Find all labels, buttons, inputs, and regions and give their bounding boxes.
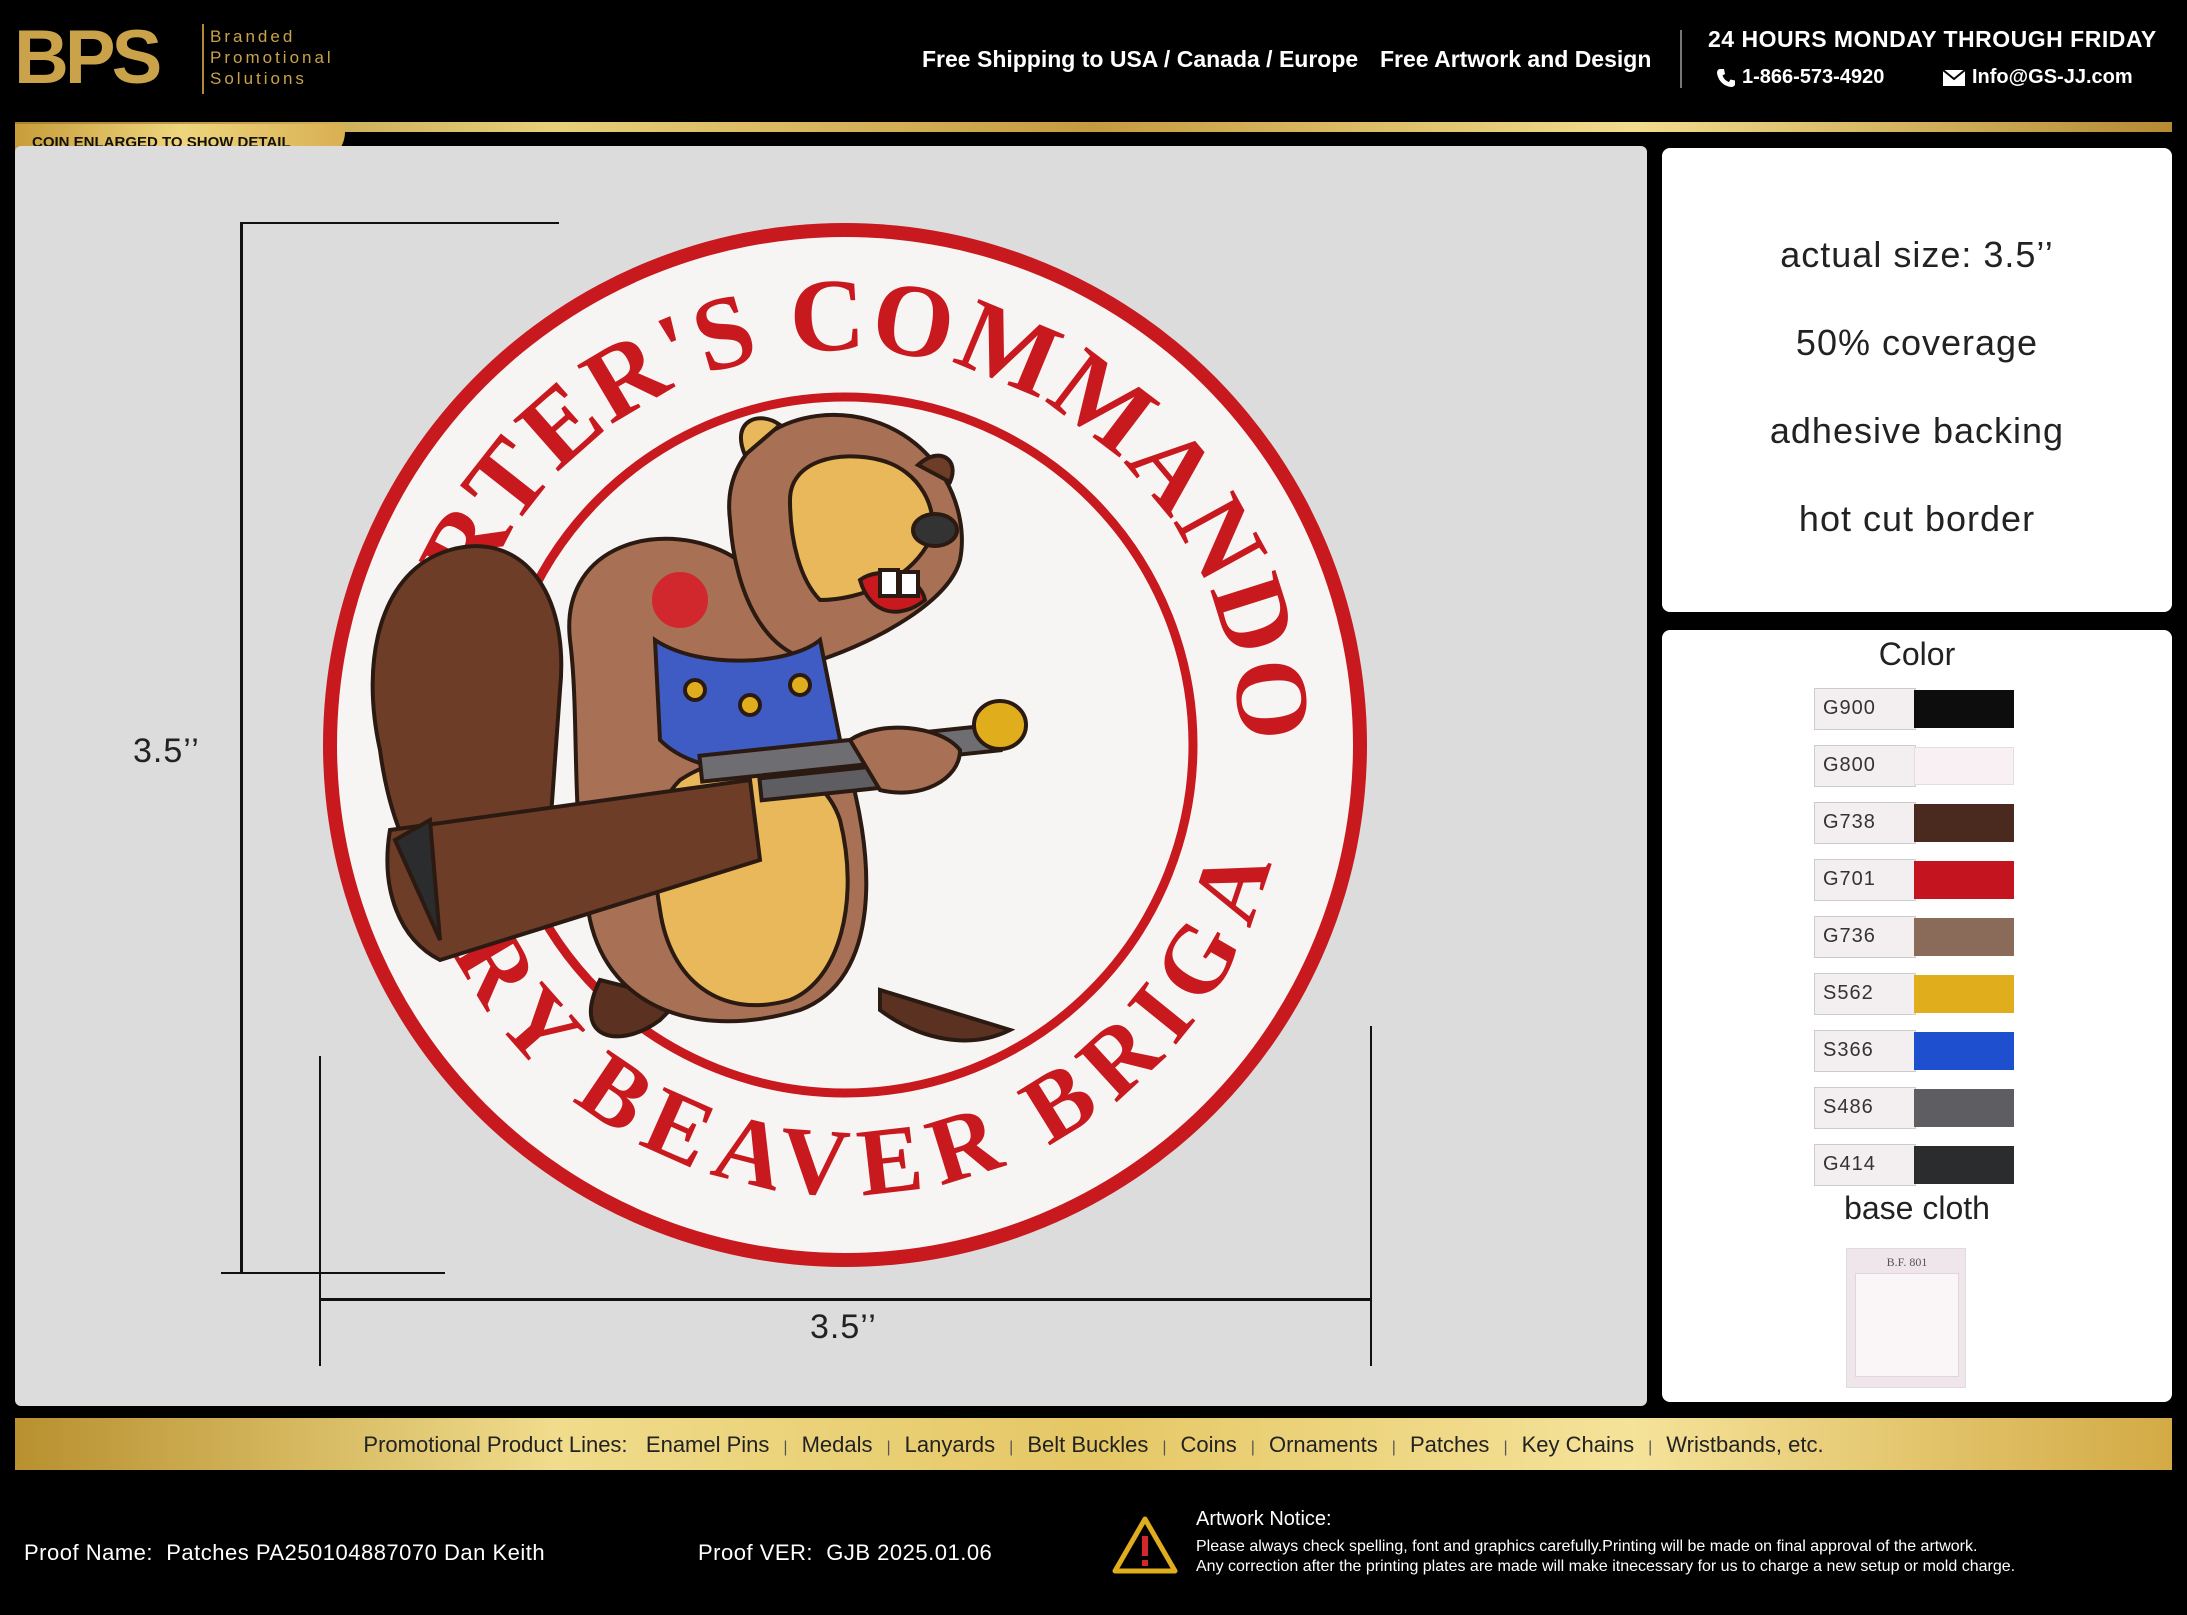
- company-logo[interactable]: BPS Branded Promotional Solutions: [14, 16, 354, 100]
- warning-icon: [1112, 1516, 1178, 1574]
- color-swatch-s366: S366: [1814, 1030, 2014, 1072]
- product-line-separator: |: [783, 1439, 788, 1456]
- dim-height-line: [240, 222, 243, 1274]
- color-swatch-s486: S486: [1814, 1087, 2014, 1129]
- color-swatch-g701: G701: [1814, 859, 2014, 901]
- notice-title: Artwork Notice:: [1196, 1508, 1332, 1530]
- swatch-code: G701: [1814, 859, 1916, 901]
- spec-backing: adhesive backing: [1769, 410, 2065, 451]
- color-swatch-g900: G900: [1814, 688, 2014, 730]
- color-swatch-g736: G736: [1814, 916, 2014, 958]
- swatch-chip: [1914, 1146, 2014, 1184]
- color-swatch-g800: G800: [1814, 745, 2014, 787]
- swatch-chip: [1914, 804, 2014, 842]
- product-line-item[interactable]: Enamel Pins: [646, 1432, 770, 1457]
- product-line-separator: |: [886, 1439, 891, 1456]
- product-line-separator: |: [1391, 1439, 1396, 1456]
- specs-panel: actual size: 3.5’’ 50% coverage adhesive…: [1662, 148, 2172, 612]
- spec-actual-size: actual size: 3.5’’: [1780, 234, 2054, 275]
- color-title: Color: [1878, 636, 1956, 672]
- swatch-chip: [1914, 690, 2014, 728]
- swatch-code: S366: [1814, 1030, 1916, 1072]
- product-line-separator: |: [1648, 1439, 1653, 1456]
- notice-line-1: Please always check spelling, font and g…: [1196, 1538, 1978, 1555]
- site-header: BPS Branded Promotional Solutions Free S…: [0, 0, 2187, 122]
- swatch-chip: [1914, 918, 2014, 956]
- swatch-code: G800: [1814, 745, 1916, 787]
- swatch-chip: [1914, 747, 2014, 785]
- dim-bottom-guide: [221, 1272, 445, 1274]
- swatch-code: G414: [1814, 1144, 1916, 1186]
- patch-artwork: CARTER'S COMMANDO ANGRY BEAVER BRIGADE: [320, 220, 1367, 1267]
- proof-name: Proof Name: Patches PA250104887070 Dan K…: [24, 1540, 545, 1566]
- phone-icon: [1717, 68, 1735, 87]
- business-hours: 24 HOURS MONDAY THROUGH FRIDAY: [1708, 26, 2157, 52]
- spec-border: hot cut border: [1798, 498, 2036, 539]
- base-cloth-swatch: [1855, 1273, 1959, 1377]
- product-line-item[interactable]: Wristbands, etc.: [1666, 1432, 1823, 1457]
- header-divider: [1680, 30, 1682, 88]
- logo-divider: [202, 24, 204, 94]
- swatch-code: G738: [1814, 802, 1916, 844]
- product-lines-label: Promotional Product Lines:: [363, 1432, 628, 1457]
- base-cloth-title: base cloth: [1844, 1190, 1990, 1226]
- product-line-item[interactable]: Lanyards: [905, 1432, 996, 1457]
- product-lines: Promotional Product Lines: Enamel Pins | M…: [15, 1432, 2172, 1458]
- swatch-chip: [1914, 1032, 2014, 1070]
- notice-body: Please always check spelling, font and g…: [1196, 1537, 2015, 1577]
- swatch-code: G900: [1814, 688, 1916, 730]
- product-line-item[interactable]: Coins: [1181, 1432, 1237, 1457]
- phone-contact[interactable]: 1-866-573-4920: [1716, 66, 1884, 89]
- swatch-code: S562: [1814, 973, 1916, 1015]
- product-line-item[interactable]: Ornaments: [1269, 1432, 1378, 1457]
- spec-coverage: 50% coverage: [1795, 322, 2039, 363]
- mail-icon: [1942, 68, 1966, 86]
- logo-wordmark: Branded Promotional Solutions: [210, 26, 334, 89]
- color-panel: Color G900 G800 G738 G701 G736 S562 S366 S486 G4…: [1662, 630, 2172, 1402]
- email-contact[interactable]: Info@GS-JJ.com: [1942, 66, 2133, 89]
- swatch-chip: [1914, 975, 2014, 1013]
- email-address: Info@GS-JJ.com: [1972, 66, 2133, 88]
- free-shipping-link[interactable]: Free Shipping to USA / Canada / Europe: [922, 46, 1358, 73]
- proof-ver-value: GJB 2025.01.06: [826, 1540, 993, 1565]
- base-cloth-sample: B.F. 801: [1846, 1248, 1966, 1388]
- dim-width-line: [319, 1298, 1372, 1301]
- product-line-item[interactable]: Medals: [802, 1432, 873, 1457]
- swatch-code: G736: [1814, 916, 1916, 958]
- product-line-separator: |: [1009, 1439, 1014, 1456]
- notice-line-2: Any correction after the printing plates…: [1196, 1558, 2016, 1575]
- swatch-chip: [1914, 861, 2014, 899]
- product-line-separator: |: [1250, 1439, 1255, 1456]
- height-label: 3.5’’: [133, 732, 200, 770]
- product-line-item[interactable]: Key Chains: [1522, 1432, 1635, 1457]
- logo-line-2: Promotional: [210, 48, 334, 67]
- logo-line-1: Branded: [210, 27, 296, 46]
- proof-name-value: Patches PA250104887070 Dan Keith: [166, 1540, 546, 1565]
- product-line-separator: |: [1162, 1439, 1167, 1456]
- logo-mark: BPS: [14, 15, 162, 100]
- proof-name-label: Proof Name:: [24, 1540, 153, 1565]
- width-label: 3.5’’: [810, 1308, 877, 1346]
- phone-number: 1-866-573-4920: [1742, 66, 1885, 88]
- color-swatch-s562: S562: [1814, 973, 2014, 1015]
- product-lines-bar: Promotional Product Lines: Enamel Pins | M…: [15, 1418, 2172, 1470]
- swatch-code: S486: [1814, 1087, 1916, 1129]
- product-line-item[interactable]: Patches: [1410, 1432, 1490, 1457]
- color-swatch-g738: G738: [1814, 802, 2014, 844]
- product-line-item[interactable]: Belt Buckles: [1027, 1432, 1148, 1457]
- product-line-separator: |: [1503, 1439, 1508, 1456]
- free-artwork-link[interactable]: Free Artwork and Design: [1380, 46, 1651, 73]
- base-cloth-code: B.F. 801: [1886, 1255, 1928, 1269]
- proof-version: Proof VER: GJB 2025.01.06: [698, 1540, 992, 1566]
- proof-ver-label: Proof VER:: [698, 1540, 814, 1565]
- color-swatch-g414: G414: [1814, 1144, 2014, 1186]
- logo-line-3: Solutions: [210, 69, 307, 88]
- swatch-chip: [1914, 1089, 2014, 1127]
- dim-right-guide: [1370, 1026, 1372, 1366]
